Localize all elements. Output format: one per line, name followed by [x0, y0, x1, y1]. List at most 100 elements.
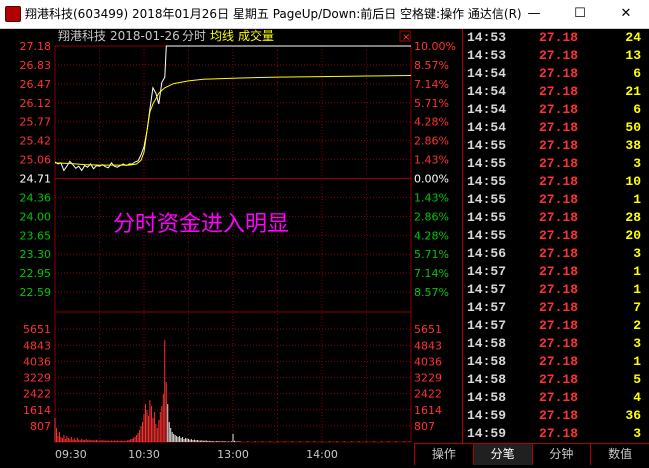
chart-annotation: 分时资金进入明显	[113, 212, 289, 237]
price-tick-label: 26.12	[20, 97, 52, 110]
volume-tick-label: 807	[30, 420, 51, 433]
pct-tick-label: 2.86%	[414, 135, 449, 148]
tick-row[interactable]: 14:56 27.18 3	[463, 245, 649, 263]
tick-volume: 36	[625, 408, 641, 423]
tick-volume: 21	[625, 84, 641, 99]
tick-time: 14:54	[467, 120, 507, 135]
price-tick-label: 26.83	[20, 59, 52, 72]
tick-volume: 50	[625, 120, 641, 135]
tab-ticks[interactable]: 分笔	[472, 444, 532, 465]
tab-minutes[interactable]: 分钟	[531, 444, 591, 465]
pct-tick-label: 7.14%	[414, 267, 449, 280]
tick-row[interactable]: 14:55 27.18 38	[463, 137, 649, 155]
tick-row[interactable]: 14:57 27.18 1	[463, 281, 649, 299]
tick-row[interactable]: 14:55 27.18 20	[463, 227, 649, 245]
price-tick-label: 22.95	[20, 267, 52, 280]
tick-volume: 1	[633, 264, 641, 279]
tick-volume: 3	[633, 156, 641, 171]
tick-row[interactable]: 14:55 27.18 28	[463, 209, 649, 227]
tick-row[interactable]: 14:59 27.18 36	[463, 407, 649, 425]
price-tick-label: 25.06	[20, 154, 52, 167]
price-tick-label: 25.42	[20, 135, 52, 148]
pct-tick-label: 10.00%	[414, 40, 456, 53]
time-tick-label: 09:30	[55, 448, 87, 461]
tick-row[interactable]: 14:58 27.18 1	[463, 353, 649, 371]
pct-tick-label: 2.86%	[414, 210, 449, 223]
tick-row[interactable]: 14:54 27.18 6	[463, 101, 649, 119]
volume-tick-label-right: 2422	[414, 388, 442, 401]
intraday-chart[interactable]: 27.18 10.00% 26.83 8.57% 26.47 7.14% 26.12 5.71…	[0, 28, 462, 464]
time-tick-label: 14:00	[306, 448, 338, 461]
close-button[interactable]: ✕	[603, 0, 649, 28]
price-tick-label: 24.00	[20, 210, 52, 223]
tick-row[interactable]: 14:54 27.18 21	[463, 83, 649, 101]
tick-row[interactable]: 14:58 27.18 3	[463, 335, 649, 353]
tick-volume: 6	[633, 102, 641, 117]
volume-tick-label-right: 4843	[414, 339, 442, 352]
tick-volume: 38	[625, 138, 641, 153]
tick-row[interactable]: 14:55 27.18 10	[463, 173, 649, 191]
tick-price: 27.18	[539, 138, 579, 153]
tick-time: 14:58	[467, 390, 507, 405]
tick-time: 14:59	[467, 426, 507, 441]
price-tick-label: 22.59	[20, 286, 52, 299]
chart-close-icon[interactable]: ×	[402, 32, 410, 43]
tick-row[interactable]: 14:59 27.18 3	[463, 425, 649, 443]
tick-row[interactable]: 14:55 27.18 1	[463, 191, 649, 209]
bottom-tab-bar: 操作 分笔 分钟 数值	[414, 443, 649, 465]
tick-time: 14:55	[467, 138, 507, 153]
tick-row[interactable]: 14:54 27.18 50	[463, 119, 649, 137]
tick-volume: 2	[633, 318, 641, 333]
tick-row[interactable]: 14:58 27.18 5	[463, 371, 649, 389]
tick-volume: 10	[625, 174, 641, 189]
tick-time: 14:53	[467, 30, 507, 45]
tick-price: 27.18	[539, 318, 579, 333]
tick-price: 27.18	[539, 426, 579, 441]
tick-price: 27.18	[539, 336, 579, 351]
pct-tick-label: 0.00%	[414, 173, 449, 186]
tick-time: 14:55	[467, 156, 507, 171]
tick-volume: 13	[625, 48, 641, 63]
tab-operate[interactable]: 操作	[414, 444, 473, 465]
tick-time: 14:57	[467, 264, 507, 279]
tick-time: 14:57	[467, 318, 507, 333]
tick-row[interactable]: 14:57 27.18 7	[463, 299, 649, 317]
tick-price: 27.18	[539, 264, 579, 279]
volume-tick-label: 4843	[23, 339, 51, 352]
tick-time: 14:54	[467, 66, 507, 81]
pct-tick-label: 1.43%	[414, 191, 449, 204]
tick-row[interactable]: 14:54 27.18 6	[463, 65, 649, 83]
price-tick-label: 27.18	[20, 40, 52, 53]
pct-tick-label: 8.57%	[414, 286, 449, 299]
tick-row[interactable]: 14:53 27.18 13	[463, 47, 649, 65]
tick-price: 27.18	[539, 30, 579, 45]
tick-row[interactable]: 14:53 27.18 24	[463, 29, 649, 47]
tick-time: 14:56	[467, 246, 507, 261]
tick-volume: 1	[633, 354, 641, 369]
tick-row[interactable]: 14:58 27.18 4	[463, 389, 649, 407]
tick-volume: 1	[633, 192, 641, 207]
tick-row[interactable]: 14:57 27.18 2	[463, 317, 649, 335]
tick-price: 27.18	[539, 282, 579, 297]
minimize-button[interactable]: —	[511, 0, 557, 28]
tick-price: 27.18	[539, 372, 579, 387]
tick-volume: 3	[633, 336, 641, 351]
tab-values[interactable]: 数值	[590, 444, 649, 465]
price-tick-label: 24.71	[20, 173, 52, 186]
tick-price: 27.18	[539, 246, 579, 261]
tick-price: 27.18	[539, 192, 579, 207]
volume-tick-label: 1614	[23, 404, 51, 417]
tick-row[interactable]: 14:55 27.18 3	[463, 155, 649, 173]
tick-price: 27.18	[539, 354, 579, 369]
tick-list[interactable]: 14:53 27.18 24 14:53 27.18 13 14:54 27.18 6 14:54…	[463, 29, 649, 443]
chart-header-stock-name: 翔港科技	[58, 29, 106, 43]
volume-tick-label-right: 807	[414, 420, 435, 433]
tick-volume: 28	[625, 210, 641, 225]
chart-header-volume-label: 成交量	[238, 29, 274, 43]
tick-time: 14:58	[467, 372, 507, 387]
maximize-button[interactable]: ☐	[557, 0, 603, 28]
tick-time: 14:57	[467, 282, 507, 297]
volume-tick-label: 2422	[23, 388, 51, 401]
tick-price: 27.18	[539, 390, 579, 405]
tick-row[interactable]: 14:57 27.18 1	[463, 263, 649, 281]
